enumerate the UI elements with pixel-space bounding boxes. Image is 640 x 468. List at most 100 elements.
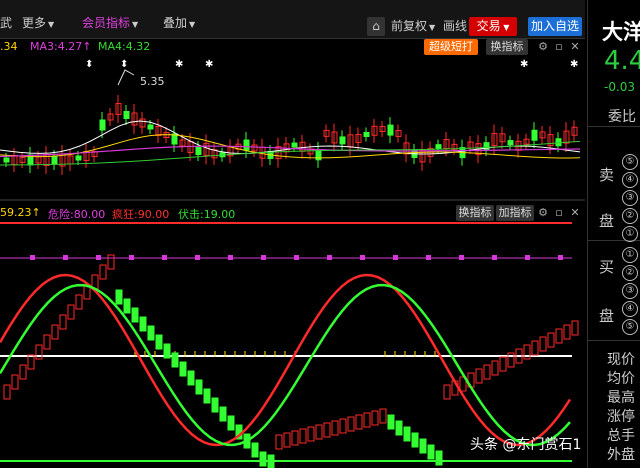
maximize-icon[interactable]: ▫ bbox=[552, 206, 566, 220]
super-short-button[interactable]: 超级短打 bbox=[424, 39, 478, 55]
close-icon[interactable]: ✕ bbox=[568, 206, 582, 220]
histogram-block bbox=[51, 324, 59, 340]
sell-level-2: ② bbox=[622, 208, 638, 224]
histogram-block bbox=[323, 422, 331, 438]
histogram-block bbox=[563, 324, 571, 340]
danger-dot bbox=[96, 255, 101, 260]
trade-button[interactable]: 交易 ▼ bbox=[469, 17, 517, 36]
histogram-block bbox=[363, 412, 371, 428]
histogram-block bbox=[131, 307, 139, 323]
switch-indicator-button[interactable]: 换指标 bbox=[486, 39, 528, 55]
maximize-icon[interactable]: ▫ bbox=[552, 40, 566, 54]
overlay-label: 叠加 bbox=[163, 16, 188, 30]
histogram-block bbox=[187, 370, 195, 386]
chevron-down-icon: ▼ bbox=[429, 23, 436, 32]
candle-body bbox=[195, 147, 202, 155]
histogram-block bbox=[339, 418, 347, 434]
histogram-block bbox=[251, 442, 259, 458]
danger-dot bbox=[129, 255, 134, 260]
stat-outer: 外盘 bbox=[607, 447, 635, 463]
danger-dot bbox=[195, 255, 200, 260]
stat-volume: 总手 bbox=[607, 428, 635, 444]
histogram-block bbox=[171, 352, 179, 368]
overlay-menu[interactable]: 叠加 ▼ bbox=[163, 14, 195, 31]
more-menu[interactable]: 更多 ▼ bbox=[22, 14, 54, 31]
histogram-block bbox=[331, 420, 339, 436]
cart-icon[interactable]: ⌂ bbox=[367, 17, 385, 36]
gear-icon[interactable]: ⚙ bbox=[536, 206, 550, 220]
candle-body bbox=[387, 124, 394, 136]
adjust-menu[interactable]: 前复权 ▼ bbox=[391, 17, 435, 34]
star-marker: ✱ bbox=[520, 59, 528, 70]
candle-body bbox=[291, 142, 298, 148]
buy-level-3: ③ bbox=[622, 283, 638, 299]
ma4-value: MA4:4.32 bbox=[98, 40, 151, 53]
histogram-block bbox=[291, 430, 299, 446]
candle-body bbox=[147, 124, 154, 130]
buy-level-4: ④ bbox=[622, 301, 638, 317]
histogram-block bbox=[139, 316, 147, 332]
stat-current: 现价 bbox=[607, 352, 635, 368]
close-icon[interactable]: ✕ bbox=[568, 40, 582, 54]
histogram-block bbox=[219, 406, 227, 422]
chevron-down-icon: ▼ bbox=[132, 20, 139, 29]
buy-label: 买 bbox=[599, 258, 615, 276]
trade-label: 交易 bbox=[476, 19, 501, 33]
histogram-block bbox=[275, 434, 283, 450]
histogram-block bbox=[155, 334, 163, 350]
candle-body bbox=[243, 139, 250, 151]
buy-level-2: ② bbox=[622, 265, 638, 281]
histogram-block bbox=[283, 432, 291, 448]
adjust-label: 前复权 bbox=[391, 19, 428, 33]
ma3-label: MA3:4.27 bbox=[30, 40, 83, 53]
toolbar-style-item[interactable]: 武 bbox=[0, 14, 12, 31]
histogram-block bbox=[411, 432, 419, 448]
weibi-label: 委比 bbox=[608, 109, 636, 125]
danger-dot bbox=[393, 255, 398, 260]
histogram-block bbox=[11, 374, 19, 390]
star-marker: ✱ bbox=[205, 59, 213, 70]
histogram-block bbox=[299, 428, 307, 444]
histogram-block bbox=[427, 444, 435, 460]
danger-dot bbox=[492, 255, 497, 260]
member-indicator-menu[interactable]: 会员指标 ▼ bbox=[82, 14, 138, 31]
up-arrow-icon: ↑ bbox=[31, 206, 41, 219]
histogram-block bbox=[3, 384, 11, 400]
danger-dot bbox=[426, 255, 431, 260]
histogram-block bbox=[123, 298, 131, 314]
ma-prefix-value: .34 bbox=[0, 40, 18, 53]
chevron-down-icon: ▼ bbox=[48, 20, 55, 29]
star-marker: ⬍ bbox=[120, 59, 128, 70]
switch-indicator-button-2[interactable]: 换指标 bbox=[456, 205, 494, 221]
candlestick-chart: ⬍ ⬍ ✱ ✱ ✱ ✱ bbox=[0, 59, 581, 175]
histogram-block bbox=[43, 334, 51, 350]
ma-yellow-line bbox=[0, 134, 581, 159]
danger-dot bbox=[558, 255, 563, 260]
histogram-block bbox=[499, 356, 507, 372]
quote-panel: 大洋 4.4 -0.03 委比 卖 盘 买 盘 ⑤ ④ ③ ② ① ① ② ③ … bbox=[587, 0, 640, 468]
price-change: -0.03 bbox=[604, 80, 636, 94]
divider bbox=[588, 126, 640, 127]
histogram-block bbox=[227, 415, 235, 431]
candle-body bbox=[363, 131, 370, 137]
histogram-block bbox=[115, 289, 123, 305]
histogram-block bbox=[555, 328, 563, 344]
candle-body bbox=[507, 140, 514, 146]
danger-dot bbox=[459, 255, 464, 260]
candle-body bbox=[123, 111, 130, 119]
histogram-block bbox=[347, 416, 355, 432]
danger-dot bbox=[525, 255, 530, 260]
draw-line-button[interactable]: 画线 bbox=[443, 17, 467, 34]
danger-dot bbox=[327, 255, 332, 260]
histogram-block bbox=[395, 420, 403, 436]
crazy-value: 疯狂:90.00 bbox=[112, 208, 170, 221]
add-indicator-button[interactable]: 加指标 bbox=[496, 205, 534, 221]
histogram-block bbox=[75, 294, 83, 310]
gear-icon[interactable]: ⚙ bbox=[536, 40, 550, 54]
sell-label: 卖 bbox=[599, 166, 615, 184]
add-watchlist-button[interactable]: 加入自选 bbox=[528, 17, 582, 36]
oscillator-red-line bbox=[0, 273, 572, 447]
histogram-block bbox=[571, 320, 579, 336]
watermark-text: 头条 @东门赏石1 bbox=[470, 437, 582, 453]
danger-dot bbox=[261, 255, 266, 260]
